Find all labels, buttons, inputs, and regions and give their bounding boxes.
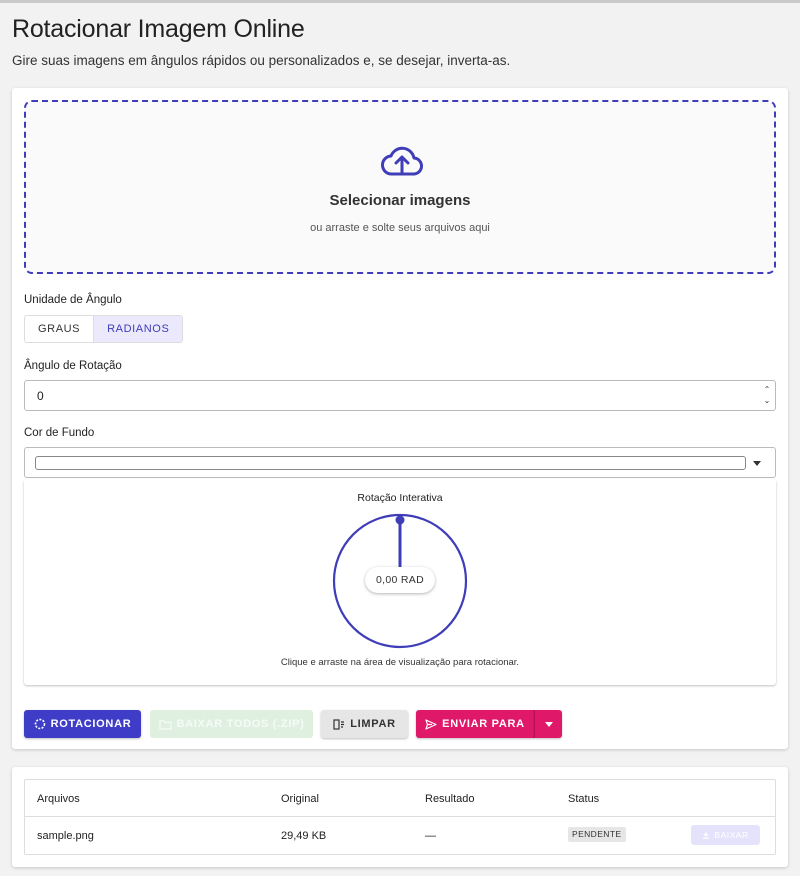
send-to-dropdown-button[interactable] [534,710,562,738]
file-name: sample.png [37,830,94,842]
column-header-original: Original [281,793,319,805]
spin-up-icon[interactable]: ⌃ [763,384,771,395]
download-all-zip-button[interactable]: BAIXAR TODOS (.ZIP) [150,710,313,738]
file-result: — [425,830,436,842]
angle-readout: 0,00 RAD [365,567,435,593]
rotation-handle[interactable] [395,515,405,525]
angle-unit-label: Unidade de Ângulo [24,294,122,306]
status-badge: PENDENTE [568,827,626,842]
column-header-result: Resultado [425,793,475,805]
rotation-angle-value: 0 [37,389,44,403]
column-header-files: Arquivos [37,793,80,805]
background-color-label: Cor de Fundo [24,427,95,439]
file-original-size: 29,49 KB [281,830,327,842]
table-row: sample.png 29,49 KB — PENDENTE BAIXAR [25,817,775,855]
upload-title: Selecionar imagens [329,192,471,209]
download-file-button[interactable]: BAIXAR [691,825,760,845]
folder-icon [158,719,172,730]
download-all-label: BAIXAR TODOS (.ZIP) [176,718,305,730]
rotation-angle-label: Ângulo de Rotação [24,360,122,372]
send-to-label: ENVIAR PARA [442,718,525,730]
rotate-icon [34,718,45,730]
background-color-select[interactable] [24,447,776,478]
upload-subtitle: ou arraste e solte seus arquivos aqui [310,222,490,234]
rotate-button-label: ROTACIONAR [50,718,132,730]
files-table: Arquivos Original Resultado Status sampl… [24,779,776,855]
rotation-angle-input[interactable]: 0 ⌃ ⌄ [24,380,776,411]
spin-down-icon[interactable]: ⌄ [763,395,771,406]
download-file-label: BAIXAR [714,830,749,840]
clear-button[interactable]: LIMPAR [321,710,408,738]
chevron-down-icon [753,461,761,466]
download-icon [703,831,710,839]
clear-list-icon [333,718,345,730]
cloud-upload-icon [381,146,423,176]
angle-unit-toggle: GRAUS RADIANOS [24,315,184,343]
send-to-button[interactable]: ENVIAR PARA [416,710,534,738]
upload-dropzone[interactable]: Selecionar imagens ou arraste e solte se… [24,100,776,274]
number-spinner[interactable]: ⌃ ⌄ [763,384,771,408]
preview-title: Rotação Interativa [357,492,443,504]
send-icon [425,718,437,730]
files-card: Arquivos Original Resultado Status sampl… [12,767,788,867]
preview-hint: Clique e arraste na área de visualização… [280,657,520,668]
angle-unit-radians[interactable]: RADIANOS [93,316,183,342]
rotate-button[interactable]: ROTACIONAR [24,710,141,738]
column-header-status: Status [568,793,600,805]
clear-button-label: LIMPAR [350,718,396,730]
interactive-rotation-preview[interactable]: Rotação Interativa 0,00 RAD Clique e arr… [24,479,776,685]
angle-unit-degrees[interactable]: GRAUS [25,316,93,342]
color-swatch [35,456,746,470]
caret-down-icon [544,721,553,727]
rotate-tool-card: Selecionar imagens ou arraste e solte se… [12,88,788,749]
page-subtitle: Gire suas imagens em ângulos rápidos ou … [12,53,511,68]
page-title: Rotacionar Imagem Online [12,15,305,43]
table-header: Arquivos Original Resultado Status [25,780,775,817]
